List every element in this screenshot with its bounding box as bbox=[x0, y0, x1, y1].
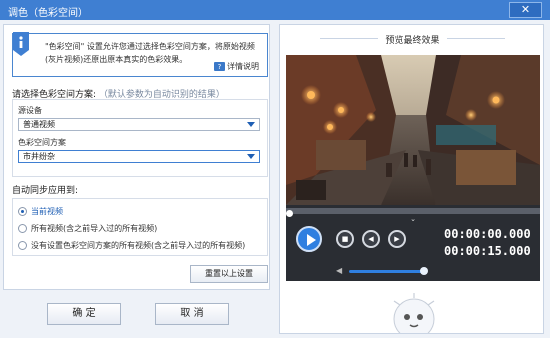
apply-option-current[interactable]: 当前视频 bbox=[18, 206, 63, 217]
prev-frame-button[interactable]: ◀ bbox=[362, 230, 380, 248]
info-icon bbox=[13, 32, 29, 56]
progress-handle[interactable] bbox=[286, 210, 293, 217]
video-preview bbox=[286, 55, 540, 205]
chevron-down-icon bbox=[247, 154, 255, 159]
chevron-down-icon bbox=[247, 122, 255, 127]
preview-title: 预览最终效果 bbox=[385, 36, 440, 46]
radio-checked[interactable] bbox=[18, 207, 27, 216]
radio-unchecked[interactable] bbox=[18, 241, 27, 250]
divider bbox=[447, 38, 505, 39]
apply-option-all[interactable]: 所有视频(含之前导入过的所有视频) bbox=[18, 223, 157, 234]
help-link[interactable]: ? 详情说明 bbox=[214, 61, 259, 72]
apply-option-label: 当前视频 bbox=[31, 207, 63, 216]
ok-button[interactable]: 确 定 bbox=[47, 303, 121, 325]
volume-slider[interactable] bbox=[349, 270, 423, 273]
help-icon: ? bbox=[214, 62, 225, 71]
reset-button[interactable]: 重置以上设置 bbox=[190, 265, 268, 283]
scheme-label: 色彩空间方案 bbox=[18, 138, 66, 147]
total-time: 00:00:15.000 bbox=[444, 244, 531, 258]
help-label: 详情说明 bbox=[227, 62, 259, 71]
source-label: 源设备 bbox=[18, 106, 42, 115]
mascot-illustration bbox=[393, 293, 435, 333]
volume-icon[interactable]: ◀ bbox=[336, 267, 346, 275]
volume-handle[interactable] bbox=[419, 267, 428, 275]
video-player-controls: ⌄ ■ ◀ ▶ ◀ 00:00:00.000 00:00:15.000 bbox=[286, 205, 540, 281]
apply-option-label: 没有设置色彩空间方案的所有视频(含之前导入过的所有视频) bbox=[31, 241, 246, 250]
title-bar[interactable]: 调色（色彩空间） ✕ bbox=[0, 0, 550, 20]
info-box: "色彩空间" 设置允许您通过选择色彩空间方案，将原始视频(灰片视频)还原出原本真… bbox=[12, 32, 268, 77]
radio-unchecked[interactable] bbox=[18, 224, 27, 233]
apply-option-unset[interactable]: 没有设置色彩空间方案的所有视频(含之前导入过的所有视频) bbox=[18, 240, 245, 251]
cancel-button[interactable]: 取 消 bbox=[155, 303, 229, 325]
stop-button[interactable]: ■ bbox=[336, 230, 354, 248]
current-time: 00:00:00.000 bbox=[444, 227, 531, 241]
apply-option-label: 所有视频(含之前导入过的所有视频) bbox=[31, 224, 158, 233]
scheme-dropdown[interactable]: 市井纷杂 bbox=[18, 150, 260, 163]
apply-section-title: 自动同步应用到: bbox=[12, 186, 79, 196]
source-dropdown[interactable]: 普通视频 bbox=[18, 118, 260, 131]
time-display: 00:00:00.000 00:00:15.000 bbox=[440, 223, 536, 275]
close-button[interactable]: ✕ bbox=[509, 2, 542, 18]
dialog-window: 调色（色彩空间） ✕ "色彩空间" 设置允许您通过选择色彩空间方案，将原始视频(… bbox=[0, 0, 550, 338]
scheme-value: 市井纷杂 bbox=[23, 152, 55, 161]
play-button[interactable] bbox=[296, 226, 322, 252]
progress-bar[interactable] bbox=[286, 208, 540, 217]
settings-panel: "色彩空间" 设置允许您通过选择色彩空间方案，将原始视频(灰片视频)还原出原本真… bbox=[3, 24, 270, 290]
chevron-down-icon[interactable]: ⌄ bbox=[406, 216, 420, 223]
next-frame-button[interactable]: ▶ bbox=[388, 230, 406, 248]
window-title: 调色（色彩空间） bbox=[8, 8, 88, 19]
preview-panel: 预览最终效果 ⌄ ■ ◀ ▶ ◀ 00:00:00.000 00:00:15.0… bbox=[279, 24, 544, 334]
source-value: 普通视频 bbox=[23, 120, 55, 129]
close-icon: ✕ bbox=[520, 3, 531, 16]
